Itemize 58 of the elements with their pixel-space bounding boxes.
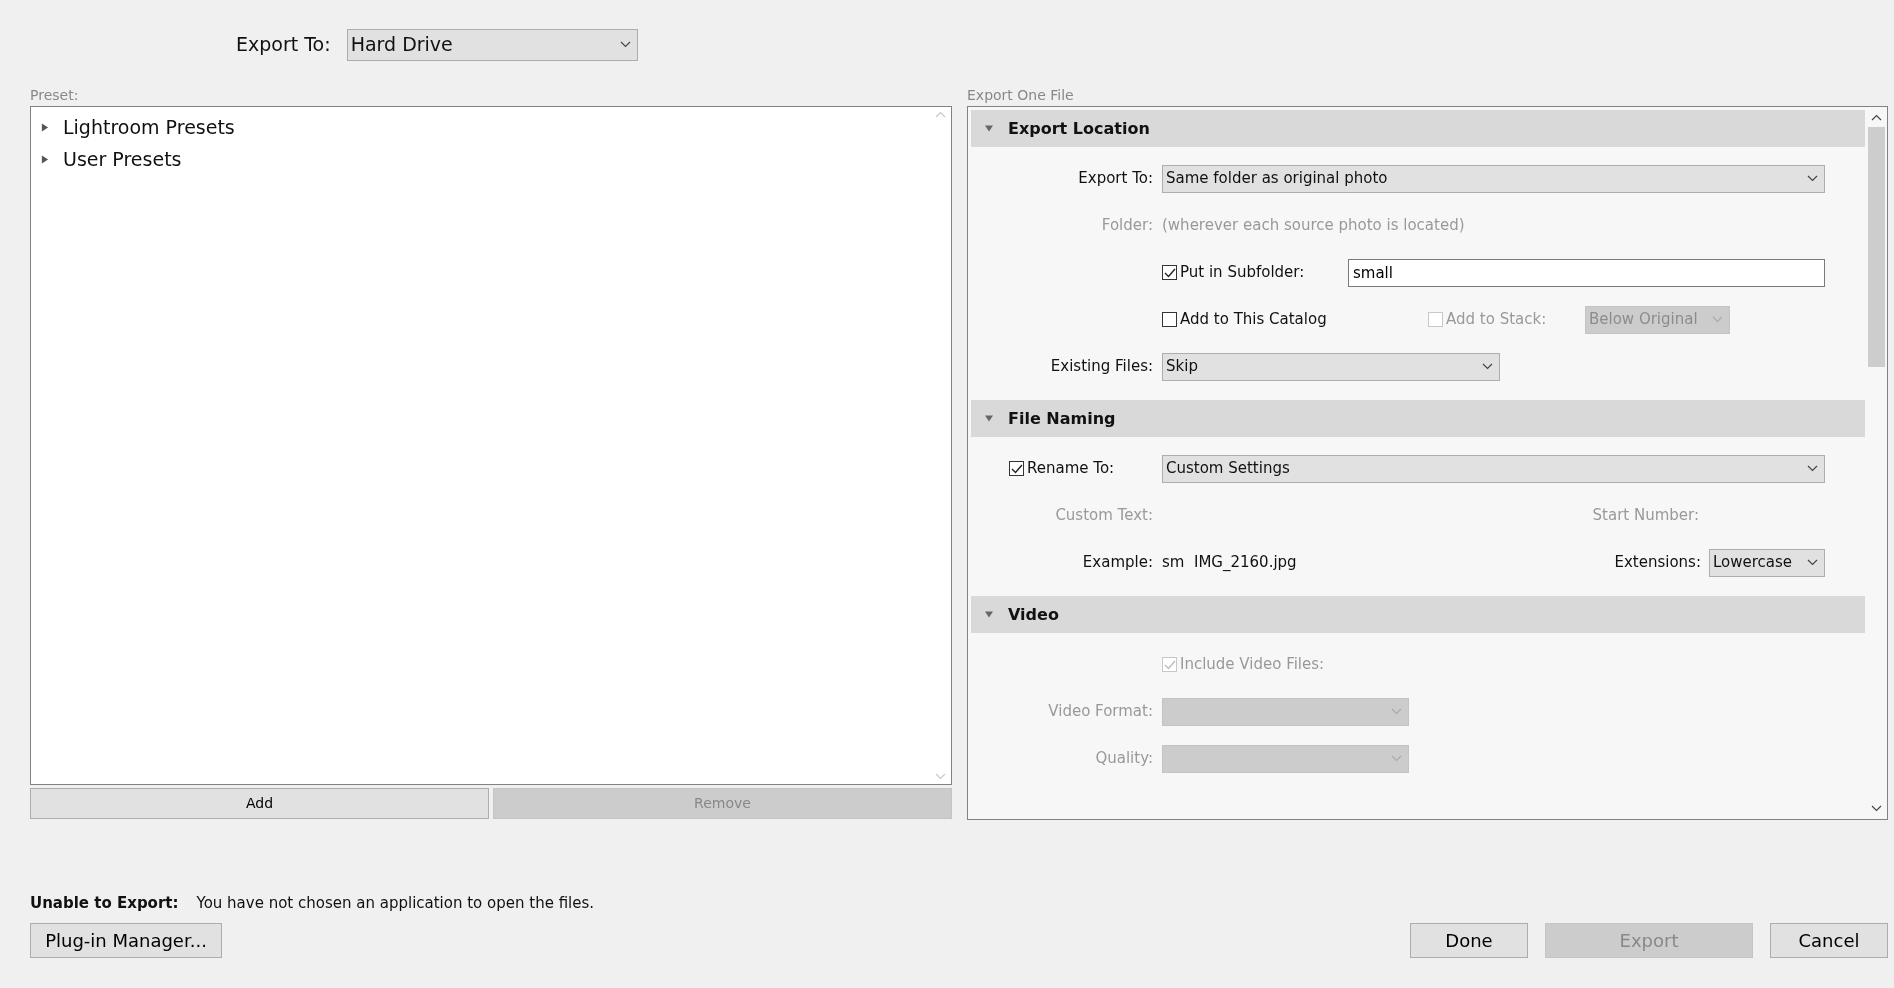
tree-item[interactable]: Lightroom Presets (63, 112, 235, 142)
dropdown[interactable]: Skip (1162, 352, 1500, 381)
field-label: Export To: (1078, 169, 1153, 188)
checkmark-icon (1163, 659, 1176, 670)
chevron-up-icon[interactable] (1870, 114, 1882, 121)
field-label: Existing Files: (1050, 357, 1153, 376)
folder-path: (wherever each source photo is located) (1162, 215, 1465, 237)
caret-right-icon[interactable] (41, 154, 49, 164)
subfolder-input[interactable]: small (1348, 258, 1825, 287)
section-header[interactable]: Video (971, 596, 1865, 633)
dialog-button[interactable]: Done (1410, 922, 1528, 958)
checkbox[interactable] (1162, 312, 1177, 327)
caret-right-icon[interactable] (41, 122, 49, 132)
checkbox[interactable] (1162, 265, 1177, 280)
panel-title: Export One File (967, 86, 1075, 105)
dialog-button[interactable]: Plug-in Manager... (30, 922, 222, 958)
caret-down-icon[interactable] (985, 610, 993, 619)
preset-label: Preset: (30, 86, 80, 105)
chevron-down-icon (1807, 175, 1818, 182)
field-label: Example: (1082, 553, 1153, 572)
field-label: Custom Text: (1055, 506, 1153, 525)
chevron-down-icon (1391, 708, 1402, 715)
example-filename: sm IMG_2160.jpg (1162, 552, 1298, 574)
chevron-down-icon (1712, 316, 1723, 323)
checkbox-label: Include Video Files: (1180, 654, 1325, 676)
chevron-down-icon (1391, 755, 1402, 762)
checkbox-label: Rename To: (1027, 458, 1115, 480)
chevron-down-icon (1482, 363, 1493, 370)
status-label: Unable to Export: (30, 893, 179, 914)
dropdown[interactable]: Lowercase (1709, 548, 1825, 577)
tree-item[interactable]: User Presets (63, 144, 182, 174)
caret-down-icon[interactable] (985, 124, 993, 133)
checkbox-label: Add to Stack: (1446, 309, 1547, 331)
field-label: Start Number: (1592, 505, 1699, 527)
export-to-label: Export To: (236, 32, 331, 58)
field-label: Quality: (1095, 749, 1153, 768)
caret-down-icon[interactable] (985, 414, 993, 423)
chevron-down-icon[interactable] (1870, 805, 1882, 812)
checkbox-label: Put in Subfolder: (1180, 262, 1305, 284)
field-label: Extensions: (1614, 552, 1701, 574)
chevron-down-icon (1807, 465, 1818, 472)
dialog-button[interactable]: Cancel (1770, 922, 1888, 958)
dropdown[interactable]: Same folder as original photo (1162, 164, 1825, 193)
status-message: You have not chosen an application to open the files. (196, 893, 595, 914)
section-header[interactable]: File Naming (971, 400, 1865, 437)
chevron-down-icon (1807, 559, 1818, 566)
checkbox[interactable] (1009, 461, 1024, 476)
checkmark-icon (1010, 463, 1023, 474)
section-header[interactable]: Export Location (971, 110, 1865, 147)
checkmark-icon (1163, 267, 1176, 278)
scrollbar-thumb[interactable] (1867, 127, 1885, 367)
field-label: Video Format: (1048, 702, 1153, 721)
dropdown[interactable]: Hard Drive (346, 28, 638, 61)
checkbox-label: Add to This Catalog (1180, 309, 1327, 331)
chevron-down-icon (619, 41, 631, 48)
preset-button[interactable]: Add (30, 788, 489, 819)
field-label: Folder: (1101, 216, 1153, 235)
dropdown[interactable]: Custom Settings (1162, 454, 1825, 483)
